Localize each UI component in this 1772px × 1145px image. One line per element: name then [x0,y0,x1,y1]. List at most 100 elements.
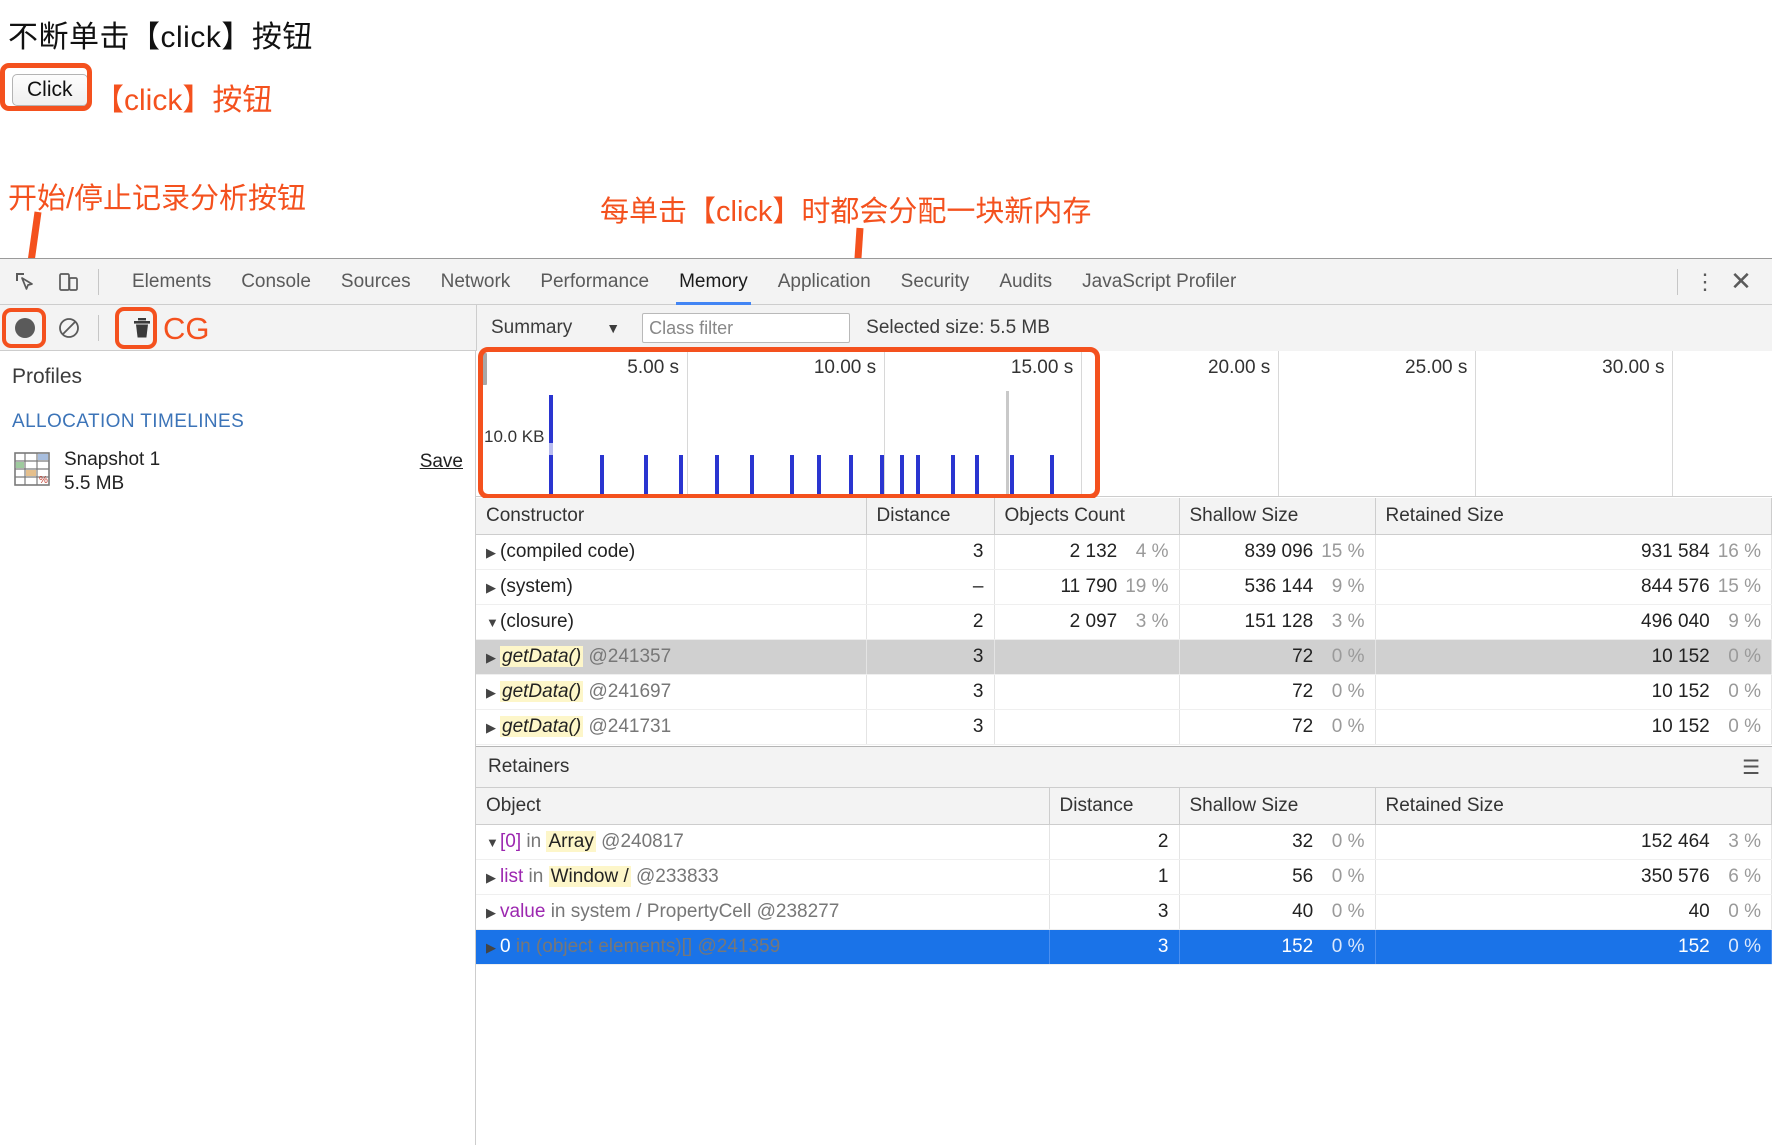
col-shallow-size[interactable]: Shallow Size [1179,498,1376,535]
timeline-gridline [1081,351,1083,496]
col-constructor[interactable]: Constructor [476,498,867,535]
col-objects-count[interactable]: Objects Count [994,498,1180,535]
tab-security[interactable]: Security [886,259,985,305]
timeline-allocation-bar [549,395,554,443]
tab-console[interactable]: Console [226,259,326,305]
close-icon[interactable]: ✕ [1722,266,1760,297]
memory-main-panel: 5.00 s 10.00 s 15.00 s 20.00 s 25.00 s 30.00 … [476,347,1772,1145]
retainers-table-container[interactable]: Object Distance Shallow Size Retained Si… [476,788,1772,1145]
object-id: @233833 [636,866,719,887]
summary-bar: Summary ▼ Selected size: 5.5 MB [476,305,1772,351]
timeline-allocation-bar [880,455,885,496]
snapshot-size: 5.5 MB [64,473,125,494]
table-row[interactable]: ▼[0] in Array @240817 2 32 0 % 152 464 3 % [476,824,1772,860]
cell-object: ▼[0] in Array @240817 [476,824,1050,860]
cell-ret-shallow-size: 32 0 % [1179,824,1376,860]
timeline-allocation-bar [643,455,648,496]
table-row[interactable]: ▶ value in system / PropertyCell @238277 3… [476,894,1772,930]
col-retained-size[interactable]: Retained Size [1375,498,1772,535]
gc-annotation: CG [163,311,210,346]
cell-ret-shallow-size: 152 0 % [1179,929,1376,965]
cell-constructor: ▶ (compiled code) [476,534,867,570]
tab-performance[interactable]: Performance [525,259,664,305]
cell-ret-distance: 1 [1049,859,1180,895]
cell-retained-size: 844 576 15 % [1375,569,1772,605]
tab-javascript-profiler[interactable]: JavaScript Profiler [1067,259,1251,305]
tab-network[interactable]: Network [426,259,526,305]
svg-text:%: % [39,475,48,486]
trash-collect-garbage-icon[interactable] [123,309,161,347]
cell-object: ▶ 0 in (object elements)[] @241359 [476,929,1050,965]
record-circle-icon[interactable] [6,309,44,347]
snapshot-save-link[interactable]: Save [420,449,463,473]
snapshot-list-item[interactable]: % Snapshot 1 5.5 MB Save [0,441,475,503]
object-key: list [500,866,524,887]
toolbar-divider-right [1677,268,1678,295]
cell-objects-count: 2 097 3 % [994,604,1180,640]
selected-size-label: Selected size: 5.5 MB [866,317,1050,338]
retainers-title: Retainers [488,756,570,777]
constructor-table: Constructor Distance Objects Count Shall… [476,498,1772,745]
table-row[interactable]: ▶ getData() @241357 3 72 0 % 10 152 0 % [476,639,1772,675]
web-page-area: 不断单击【click】按钮 Click 【click】按钮 开始/停止记录分析按… [0,0,1772,292]
timeline-allocation-bar [600,455,605,496]
object-id: @241357 [588,646,672,667]
col-ret-retained-size[interactable]: Retained Size [1375,788,1772,825]
cell-ret-retained-size: 40 0 % [1375,894,1772,930]
table-row[interactable]: ▶ 0 in (object elements)[] @241359 3 152 0 … [476,929,1772,965]
timeline-allocation-bar [951,455,956,496]
col-object[interactable]: Object [476,788,1050,825]
view-mode-select[interactable]: Summary [491,317,572,339]
timeline-tick-label: 5.00 s [627,357,680,378]
timeline-gray-marker [1006,391,1010,496]
cell-objects-count [994,639,1180,675]
constructor-table-body: ▶ (compiled code) 3 2 132 4 % 839 096 15 % 93… [476,534,1772,745]
hamburger-menu-icon[interactable]: ☰ [1742,755,1760,780]
tab-memory[interactable]: Memory [664,259,763,305]
tab-elements[interactable]: Elements [117,259,226,305]
timeline-tick-label: 25.00 s [1405,357,1468,378]
timeline-allocation-bar [1049,455,1054,496]
object-id: @241359 [697,936,781,957]
object-type: Window / [548,866,631,887]
col-distance[interactable]: Distance [866,498,995,535]
table-row[interactable]: ▶ (compiled code) 3 2 132 4 % 839 096 15 % 93… [476,534,1772,570]
table-row[interactable]: ▶ getData() @241731 3 72 0 % 10 152 0 % [476,709,1772,745]
cell-shallow-size: 72 0 % [1179,709,1376,745]
tab-application[interactable]: Application [763,259,886,305]
table-row[interactable]: ▼(closure) 2 2 097 3 % 151 128 3 % 496 040 9… [476,604,1772,640]
constructor-table-container[interactable]: Constructor Distance Objects Count Shall… [476,498,1772,746]
table-row[interactable]: ▶ (system) –11 790 19 % 536 144 9 % 844 576 … [476,569,1772,605]
col-ret-shallow-size[interactable]: Shallow Size [1179,788,1376,825]
timeline-allocation-bar [817,455,822,496]
tab-sources[interactable]: Sources [326,259,426,305]
retainers-table-body: ▼[0] in Array @240817 2 32 0 % 152 464 3 % ▶… [476,824,1772,965]
cell-distance: 3 [866,709,995,745]
class-filter-input[interactable] [642,313,851,343]
click-button[interactable]: Click [12,74,88,106]
table-row[interactable]: ▶ list in Window / @233833 1 56 0 % 350 576 … [476,859,1772,895]
object-relation: in [523,866,549,887]
cell-distance: 3 [866,639,995,675]
clear-prohibited-icon[interactable] [50,309,88,347]
timeline-allocation-bar [714,455,719,496]
timeline-allocation-bar [679,455,684,496]
col-ret-distance[interactable]: Distance [1049,788,1180,825]
device-toolbar-icon[interactable] [50,263,88,301]
snapshot-grid-icon: % [12,449,52,489]
constructor-name: getData() [500,681,584,702]
chevron-down-icon[interactable]: ▼ [606,320,620,336]
more-options-icon[interactable]: ⋮ [1688,269,1722,295]
timeline-allocation-bar [750,455,755,496]
timeline-inner: 5.00 s 10.00 s 15.00 s 20.00 s 25.00 s 30.00 … [476,351,1772,496]
retainers-table-header: Object Distance Shallow Size Retained Si… [476,788,1772,825]
inspect-element-icon[interactable] [6,263,44,301]
memory-scale-label: 10.0 KB [484,427,545,446]
devtools-panel: Elements Console Sources Network Perform… [0,258,1772,1145]
timeline-gridline [1475,351,1477,496]
allocation-timeline-chart[interactable]: 5.00 s 10.00 s 15.00 s 20.00 s 25.00 s 30.00 … [476,351,1772,497]
table-row[interactable]: ▶ getData() @241697 3 72 0 % 10 152 0 % [476,674,1772,710]
cell-ret-retained-size: 152 464 3 % [1375,824,1772,860]
tab-audits[interactable]: Audits [984,259,1067,305]
object-type: Array [546,831,596,852]
